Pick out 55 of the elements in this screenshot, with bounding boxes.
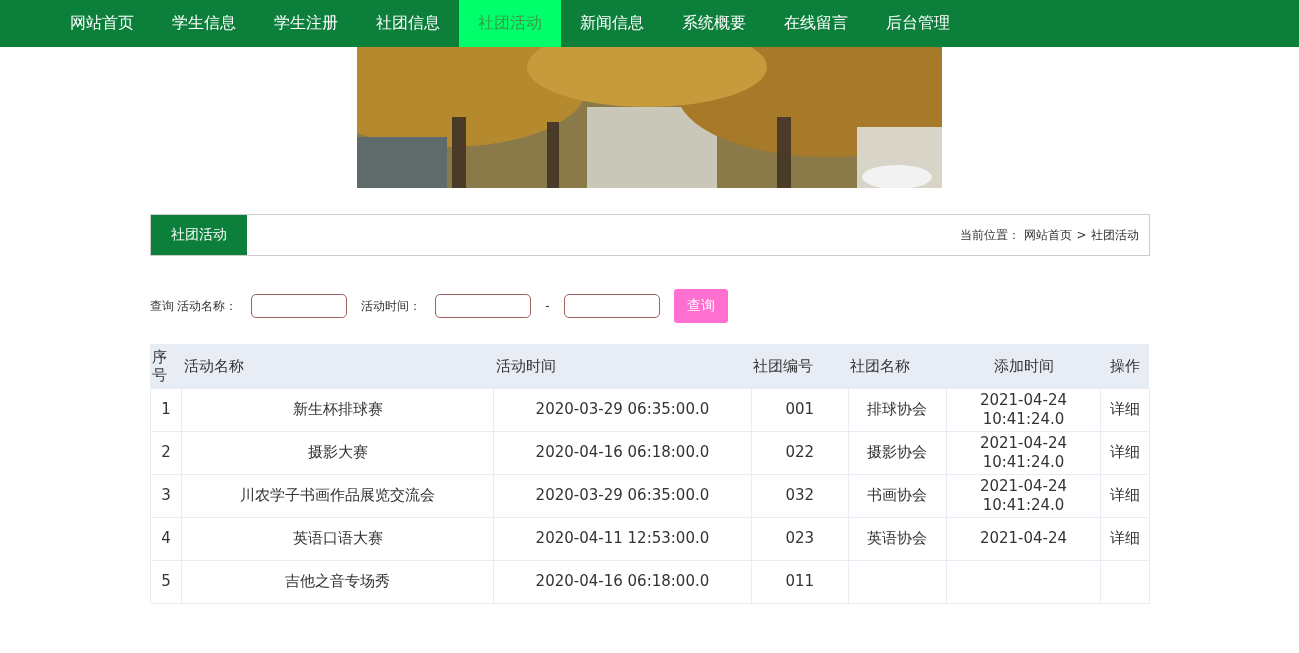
name-label: 查询 活动名称： xyxy=(149,297,238,315)
table-cell: 4 xyxy=(150,517,182,561)
table-cell: 英语协会 xyxy=(848,517,947,561)
nav-item[interactable]: 在线留言 xyxy=(765,0,867,47)
table-cell: 011 xyxy=(751,560,849,604)
table-cell: 2021-04-24 10:41:24.0 xyxy=(946,474,1101,518)
table-cell: 新生杯排球赛 xyxy=(181,388,494,432)
nav-item[interactable]: 新闻信息 xyxy=(561,0,663,47)
column-header: 活动名称 xyxy=(181,344,494,389)
column-header: 社团编号 xyxy=(751,344,849,389)
nav-item[interactable]: 学生注册 xyxy=(255,0,357,47)
table-cell: 吉他之音专场秀 xyxy=(181,560,494,604)
table-cell: 2020-04-16 06:18:00.0 xyxy=(493,431,752,475)
breadcrumb-label: 当前位置： xyxy=(960,226,1021,244)
column-header: 活动时间 xyxy=(493,344,752,389)
table-cell: 摄影协会 xyxy=(848,431,947,475)
table-cell: 2021-04-24 10:41:24.0 xyxy=(946,431,1101,475)
table-cell: 摄影大赛 xyxy=(181,431,494,475)
section-title: 社团活动 xyxy=(150,215,247,255)
table-cell: 023 xyxy=(751,517,849,561)
table-cell: 2020-04-11 12:53:00.0 xyxy=(493,517,752,561)
table-cell: 001 xyxy=(751,388,849,432)
column-header: 序号 xyxy=(150,344,182,389)
table-cell: 2021-04-24 xyxy=(946,517,1101,561)
column-header: 操作 xyxy=(1101,344,1149,389)
column-header: 添加时间 xyxy=(946,344,1101,389)
table-cell: 2020-03-29 06:35:00.0 xyxy=(493,474,752,518)
nav-item[interactable]: 系统概要 xyxy=(663,0,765,47)
table-cell: 川农学子书画作品展览交流会 xyxy=(181,474,494,518)
table-cell: 2021-04-24 10:41:24.0 xyxy=(946,388,1101,432)
nav-item[interactable]: 网站首页 xyxy=(51,0,153,47)
nav-item[interactable]: 社团信息 xyxy=(357,0,459,47)
nav-item[interactable]: 社团活动 xyxy=(459,0,561,47)
table-cell: 032 xyxy=(751,474,849,518)
table-cell: 2020-04-16 06:18:00.0 xyxy=(493,560,752,604)
dash: - xyxy=(545,299,550,313)
name-input[interactable] xyxy=(251,294,348,318)
time-label: 活动时间： xyxy=(361,297,422,315)
nav-item[interactable]: 学生信息 xyxy=(153,0,255,47)
start-time-input[interactable] xyxy=(435,294,532,318)
breadcrumb-link[interactable]: 网站首页 xyxy=(1024,226,1073,244)
table-cell: 3 xyxy=(150,474,182,518)
end-time-input[interactable] xyxy=(563,294,660,318)
nav-item[interactable]: 后台管理 xyxy=(867,0,969,47)
breadcrumb-link[interactable]: 社团活动 xyxy=(1090,226,1139,244)
table-cell: 排球协会 xyxy=(848,388,947,432)
table-cell: 5 xyxy=(150,560,182,604)
column-header: 社团名称 xyxy=(848,344,947,389)
breadcrumb-separator: > xyxy=(1076,228,1087,242)
table-cell: 2 xyxy=(150,431,182,475)
table-cell: 022 xyxy=(751,431,849,475)
table-cell: 英语口语大赛 xyxy=(181,517,494,561)
table-cell: 2020-03-29 06:35:00.0 xyxy=(493,388,752,432)
table-cell: 书画协会 xyxy=(848,474,947,518)
table-cell: 1 xyxy=(150,388,182,432)
